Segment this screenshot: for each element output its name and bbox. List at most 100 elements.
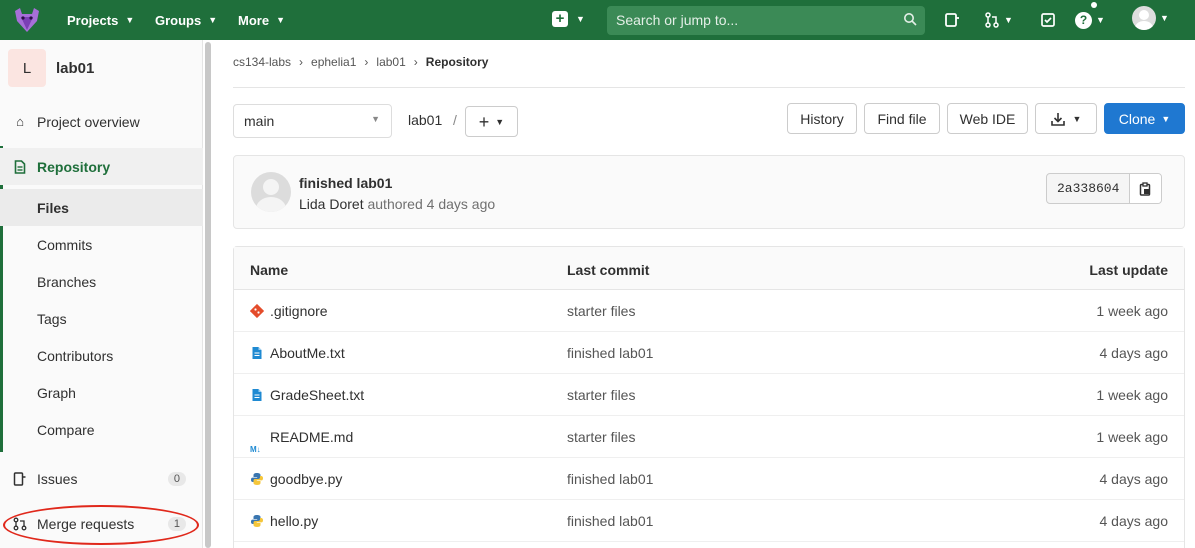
file-last-update: 1 week ago (1096, 387, 1168, 403)
file-name-cell[interactable]: hello.py (250, 513, 318, 529)
file-name-cell[interactable]: .gitignore (250, 303, 328, 319)
branch-name: main (244, 113, 275, 129)
commit-title[interactable]: finished lab01 (299, 175, 392, 191)
find-file-label: Find file (877, 110, 927, 127)
file-last-commit[interactable]: starter files (567, 429, 635, 445)
table-row[interactable]: goodbye.py finished lab01 4 days ago (234, 458, 1184, 500)
web-ide-button[interactable]: Web IDE (947, 103, 1028, 134)
sidebar-item-label: Files (37, 199, 69, 216)
table-row[interactable]: AboutMe.txt finished lab01 4 days ago (234, 332, 1184, 374)
find-file-button[interactable]: Find file (864, 103, 940, 134)
sidebar-item-issues[interactable]: Issues 0 (0, 460, 203, 497)
add-to-tree-button[interactable]: + ▼ (465, 106, 518, 137)
breadcrumb-item[interactable]: cs134-labs (233, 55, 291, 69)
clipboard-icon (1140, 181, 1151, 196)
chevron-down-icon: ▼ (208, 15, 218, 25)
chevron-down-icon: ▼ (371, 114, 380, 124)
project-name: lab01 (56, 59, 95, 77)
search-placeholder: Search or jump to... (616, 12, 739, 28)
file-name-cell[interactable]: M↓ README.md (250, 429, 353, 454)
new-item-dropdown[interactable]: + ▼ (552, 11, 585, 27)
file-last-commit[interactable]: starter files (567, 303, 635, 319)
sidebar-item-label: Repository (37, 158, 111, 175)
sidebar-subitem-files[interactable]: Files (0, 189, 203, 226)
help-menu[interactable]: ? ▼ (1075, 2, 1105, 30)
file-name-cell[interactable]: AboutMe.txt (250, 345, 345, 361)
clone-button[interactable]: Clone ▼ (1104, 103, 1185, 134)
sidebar-subitem-contributors[interactable]: Contributors (0, 337, 203, 374)
clone-label: Clone (1118, 110, 1156, 127)
breadcrumb-item[interactable]: lab01 (376, 55, 405, 69)
table-row[interactable]: M↓ README.md starter files 1 week ago (234, 416, 1184, 458)
sidebar-subitem-compare[interactable]: Compare (0, 411, 203, 448)
sidebar-subitem-commits[interactable]: Commits (0, 226, 203, 263)
issues-shortcut-icon[interactable] (944, 10, 960, 30)
git-icon (250, 304, 264, 318)
copy-sha-button[interactable] (1130, 174, 1162, 203)
branch-selector[interactable]: main ▼ (233, 104, 392, 138)
file-last-commit[interactable]: finished lab01 (567, 345, 653, 361)
merge-requests-shortcut-icon[interactable]: ▼ (984, 10, 1013, 30)
help-icon: ? (1075, 11, 1092, 29)
sidebar-subitem-tags[interactable]: Tags (0, 300, 203, 337)
sidebar-item-label: Branches (37, 273, 97, 290)
divider (233, 87, 1185, 88)
file-name[interactable]: hello.py (270, 513, 318, 529)
breadcrumb-item[interactable]: ephelia1 (311, 55, 356, 69)
sidebar-item-label: Issues (37, 470, 78, 487)
table-row[interactable]: hello.py finished lab01 4 days ago (234, 500, 1184, 542)
file-name[interactable]: README.md (270, 429, 353, 445)
projects-label: Projects (67, 12, 119, 28)
sidebar-item-label: Graph (37, 384, 76, 401)
sidebar-subitem-graph[interactable]: Graph (0, 374, 203, 411)
chevron-down-icon: ▼ (1072, 113, 1082, 124)
project-header[interactable]: L lab01 (8, 49, 94, 87)
history-button[interactable]: History (787, 103, 857, 134)
chevron-down-icon: ▼ (1096, 15, 1105, 25)
file-name[interactable]: .gitignore (270, 303, 328, 319)
todos-icon[interactable] (1040, 10, 1056, 30)
breadcrumb-separator: › (413, 55, 418, 69)
file-tree-table: Name Last commit Last update .gitignore … (233, 246, 1185, 548)
table-row[interactable]: GradeSheet.txt starter files 1 week ago (234, 374, 1184, 416)
groups-label: Groups (155, 12, 202, 28)
download-button[interactable]: ▼ (1035, 103, 1097, 134)
file-name[interactable]: goodbye.py (270, 471, 342, 487)
file-name[interactable]: AboutMe.txt (270, 345, 345, 361)
download-icon (1050, 112, 1065, 126)
issues-icon (13, 471, 26, 486)
groups-menu[interactable]: Groups ▼ (155, 0, 217, 40)
project-avatar: L (8, 49, 46, 87)
commit-sha[interactable]: 2a338604 (1047, 174, 1131, 203)
file-name[interactable]: GradeSheet.txt (270, 387, 364, 403)
issues-count-badge: 0 (167, 471, 186, 486)
sidebar-scrollbar[interactable] (205, 42, 211, 548)
file-name-cell[interactable]: goodbye.py (250, 471, 342, 487)
search-input[interactable]: Search or jump to... (607, 6, 925, 35)
breadcrumb-separator: › (364, 55, 369, 69)
sidebar-item-repository[interactable]: Repository (0, 148, 203, 185)
repo-path-root[interactable]: lab01 (408, 112, 442, 128)
more-menu[interactable]: More ▼ (238, 0, 285, 40)
file-last-commit[interactable]: finished lab01 (567, 513, 653, 529)
sidebar-subitem-branches[interactable]: Branches (0, 263, 203, 300)
home-icon: ⌂ (16, 114, 24, 129)
table-row[interactable]: .gitignore starter files 1 week ago (234, 290, 1184, 332)
column-header-name: Name (250, 262, 289, 278)
gitlab-logo-icon[interactable] (12, 5, 42, 35)
avatar[interactable] (251, 172, 291, 212)
commit-author[interactable]: Lida Doret (299, 196, 364, 212)
file-last-update: 1 week ago (1096, 303, 1168, 319)
sidebar-item-label: Contributors (37, 347, 114, 364)
chevron-down-icon: ▼ (1004, 15, 1013, 25)
breadcrumb-current[interactable]: Repository (426, 55, 489, 69)
user-menu[interactable]: ▼ (1132, 6, 1169, 30)
file-name-cell[interactable]: GradeSheet.txt (250, 387, 364, 403)
breadcrumb: cs134-labs › ephelia1 › lab01 › Reposito… (233, 55, 488, 69)
sidebar-item-merge-requests[interactable]: Merge requests 1 (0, 505, 203, 542)
projects-menu[interactable]: Projects ▼ (67, 0, 134, 40)
commit-meta: Lida Doret authored 4 days ago (299, 196, 495, 212)
sidebar-item-project-overview[interactable]: ⌂ Project overview (0, 103, 203, 140)
file-last-commit[interactable]: starter files (567, 387, 635, 403)
file-last-commit[interactable]: finished lab01 (567, 471, 653, 487)
